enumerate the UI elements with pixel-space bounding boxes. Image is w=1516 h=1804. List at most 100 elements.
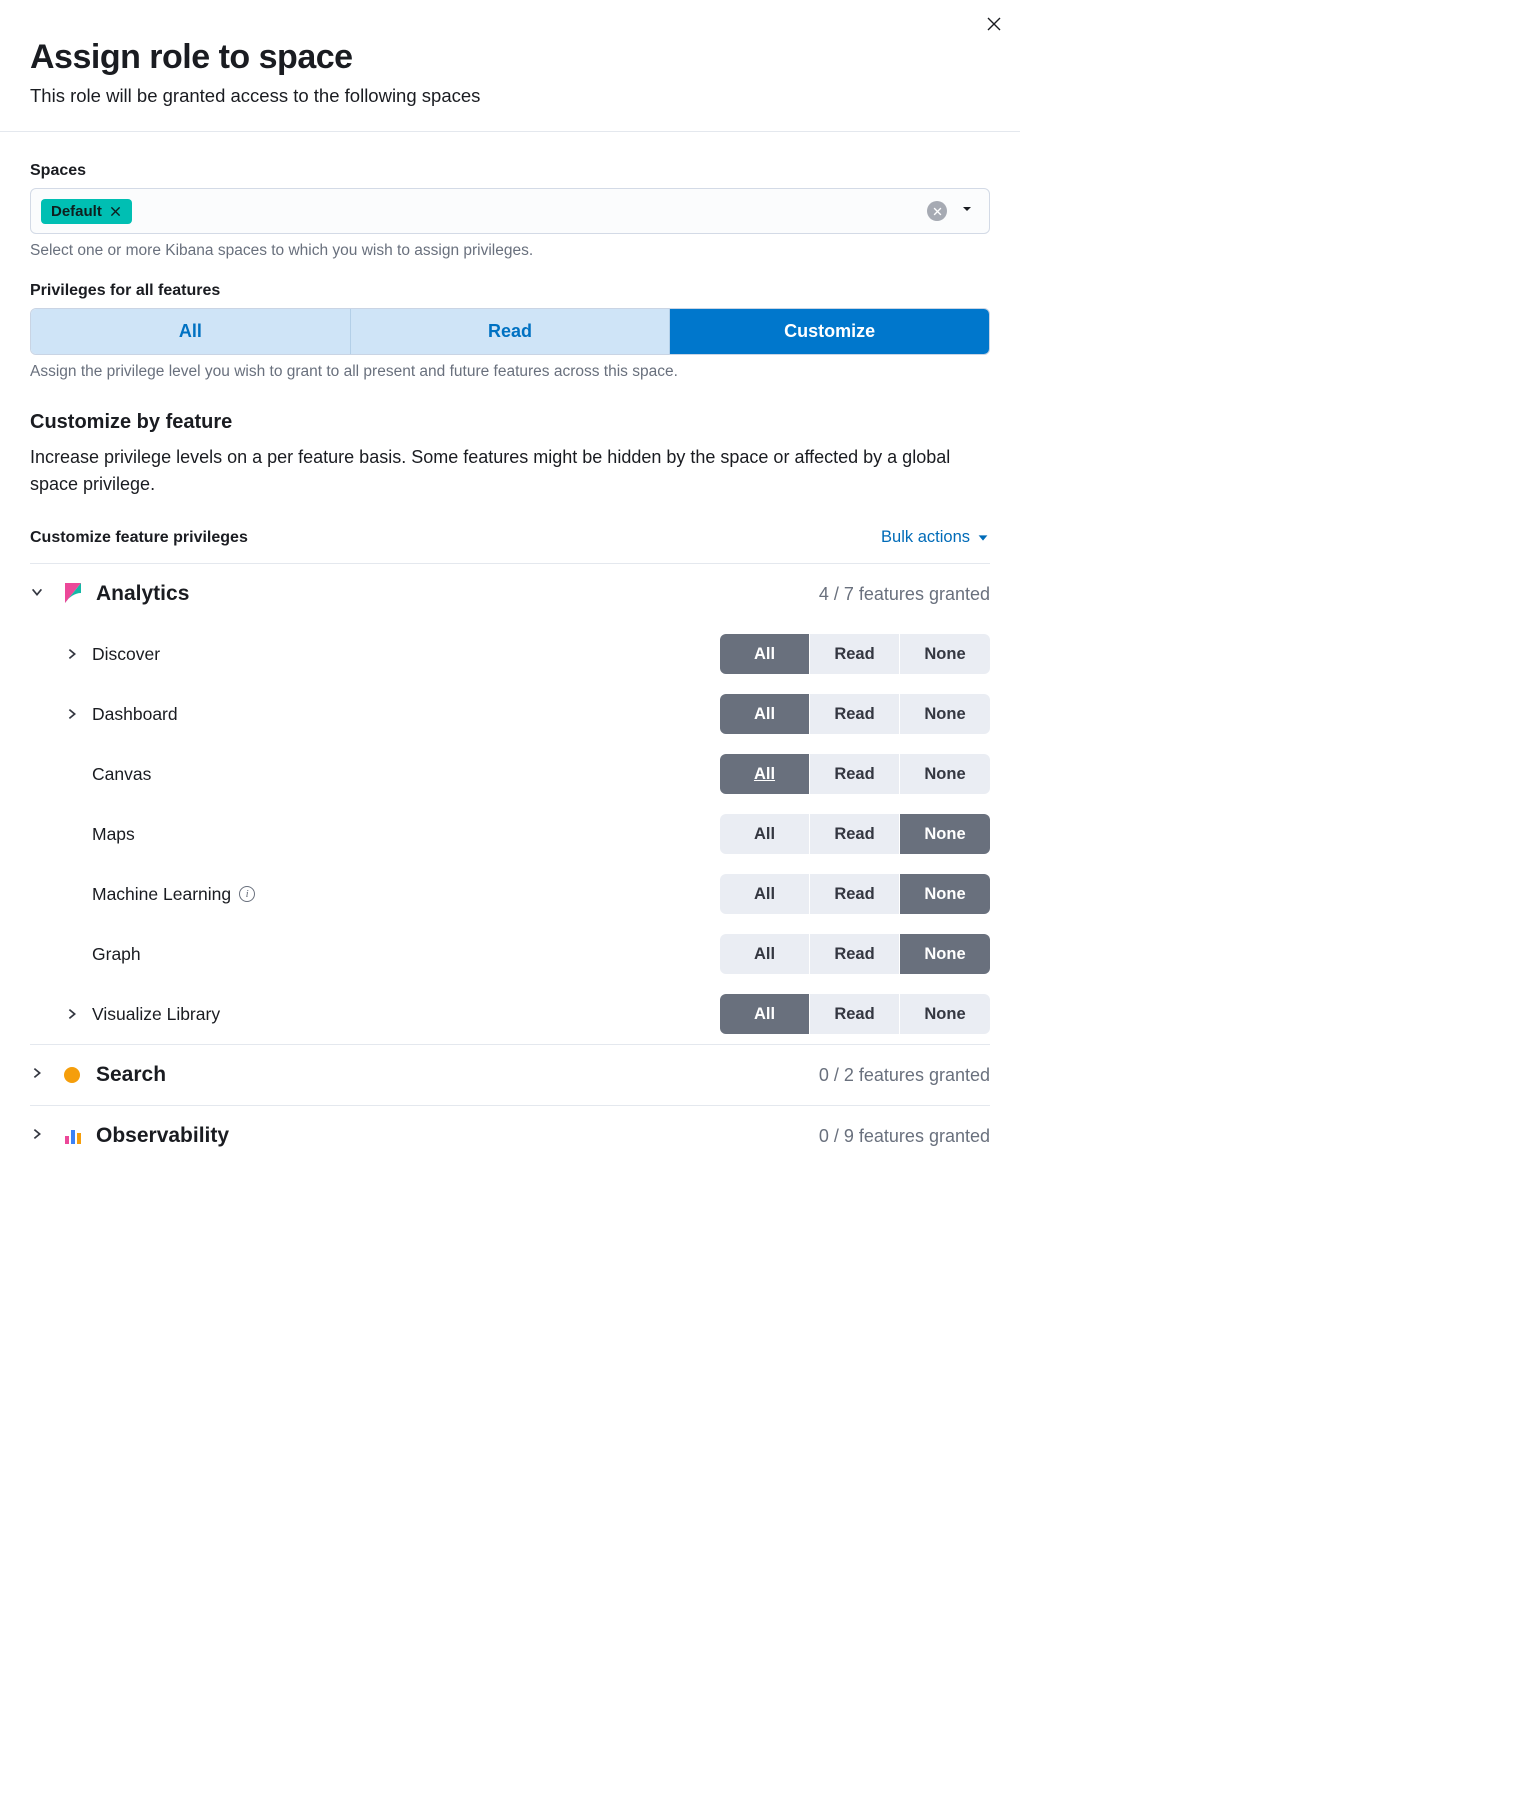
feature-priv-buttons: AllReadNone — [720, 814, 990, 854]
kibana-icon — [62, 583, 84, 605]
categories-list: Analytics 4 / 7 features granted Discover A… — [30, 563, 990, 1166]
feature-row: Canvas AllReadNone — [30, 744, 990, 804]
feature-row: Graph AllReadNone — [30, 924, 990, 984]
priv-none-button[interactable]: None — [900, 994, 990, 1034]
panel-title: Assign role to space — [30, 38, 990, 77]
category-toggle — [30, 1127, 50, 1146]
feature-name: Dashboard — [92, 704, 710, 725]
feature-row: Visualize Library AllReadNone — [30, 984, 990, 1044]
priv-read-button[interactable]: Read — [810, 814, 900, 854]
customize-heading: Customize by feature — [30, 411, 990, 434]
priv-none-button[interactable]: None — [900, 634, 990, 674]
feature-priv-buttons: AllReadNone — [720, 694, 990, 734]
info-icon[interactable]: i — [239, 886, 255, 902]
panel-header: Assign role to space This role will be g… — [0, 0, 1020, 132]
privileges-all-label: Privileges for all features — [30, 282, 990, 300]
feature-name: Graph — [92, 944, 710, 965]
spaces-label: Spaces — [30, 162, 990, 180]
search-icon — [62, 1064, 84, 1086]
feature-priv-buttons: AllReadNone — [720, 994, 990, 1034]
customize-description: Increase privilege levels on a per featu… — [30, 444, 990, 498]
priv-all-button[interactable]: All — [720, 754, 810, 794]
category-title: Analytics — [96, 582, 807, 606]
feature-row: Machine Learningi AllReadNone — [30, 864, 990, 924]
chevron-right-icon — [30, 1127, 44, 1141]
feature-name: Canvas — [92, 764, 710, 785]
priv-none-button[interactable]: None — [900, 934, 990, 974]
chevron-right-icon — [65, 707, 79, 721]
feature-priv-buttons: AllReadNone — [720, 634, 990, 674]
priv-all-button[interactable]: All — [720, 934, 810, 974]
priv-none-button[interactable]: None — [900, 754, 990, 794]
feature-priv-header: Customize feature privileges Bulk action… — [30, 528, 990, 547]
priv-read-button[interactable]: Read — [810, 994, 900, 1034]
feature-priv-buttons: AllReadNone — [720, 754, 990, 794]
privileges-all-help: Assign the privilege level you wish to g… — [30, 363, 990, 381]
category-title: Search — [96, 1063, 807, 1087]
feature-expand[interactable] — [62, 707, 82, 721]
feature-row: Maps AllReadNone — [30, 804, 990, 864]
chevron-down-icon — [976, 531, 990, 545]
feature-row: Dashboard AllReadNone — [30, 684, 990, 744]
clear-spaces-button[interactable] — [927, 201, 947, 221]
category-analytics: Analytics 4 / 7 features granted Discover A… — [30, 563, 990, 1044]
priv-all-button[interactable]: All — [720, 814, 810, 854]
category-status: 0 / 9 features granted — [819, 1126, 990, 1147]
bulk-actions-label: Bulk actions — [881, 528, 970, 547]
close-icon — [110, 206, 121, 217]
priv-none-button[interactable]: None — [900, 874, 990, 914]
remove-space-tag[interactable] — [108, 203, 124, 219]
close-button[interactable] — [980, 12, 1008, 40]
priv-all-button[interactable]: All — [720, 694, 810, 734]
panel-subtitle: This role will be granted access to the … — [30, 85, 990, 107]
close-icon — [986, 16, 1002, 32]
category-toggle — [30, 1066, 50, 1085]
chevron-right-icon — [30, 1066, 44, 1080]
category-header[interactable]: Analytics 4 / 7 features granted — [30, 564, 990, 624]
chevron-down-icon — [30, 585, 44, 599]
priv-all-button[interactable]: All — [720, 994, 810, 1034]
priv-all-button[interactable]: All — [720, 874, 810, 914]
priv-read-button[interactable]: Read — [810, 874, 900, 914]
feature-priv-buttons: AllReadNone — [720, 874, 990, 914]
feature-name: Maps — [92, 824, 710, 845]
chevron-right-icon — [65, 1007, 79, 1021]
priv-read-button[interactable]: Read — [810, 934, 900, 974]
priv-all-button[interactable]: All — [720, 634, 810, 674]
chevron-right-icon — [65, 647, 79, 661]
space-tag-default: Default — [41, 199, 132, 224]
priv-read-button[interactable]: Read — [810, 634, 900, 674]
feature-name: Visualize Library — [92, 1004, 710, 1025]
expand-spaces-dropdown[interactable] — [955, 197, 979, 226]
priv-none-button[interactable]: None — [900, 814, 990, 854]
feature-priv-buttons: AllReadNone — [720, 934, 990, 974]
privilege-option-customize[interactable]: Customize — [670, 309, 989, 354]
feature-priv-label: Customize feature privileges — [30, 529, 248, 547]
category-observability: Observability 0 / 9 features granted — [30, 1105, 990, 1166]
category-title: Observability — [96, 1124, 807, 1148]
priv-none-button[interactable]: None — [900, 694, 990, 734]
space-tag-label: Default — [51, 203, 102, 220]
priv-read-button[interactable]: Read — [810, 694, 900, 734]
bulk-actions-button[interactable]: Bulk actions — [881, 528, 990, 547]
category-status: 4 / 7 features granted — [819, 584, 990, 605]
privileges-all-group: All Read Customize — [30, 308, 990, 355]
observability-icon — [62, 1125, 84, 1147]
assign-role-panel: Assign role to space This role will be g… — [0, 0, 1020, 1166]
category-header[interactable]: Search 0 / 2 features granted — [30, 1045, 990, 1105]
feature-expand[interactable] — [62, 647, 82, 661]
feature-name: Machine Learningi — [92, 884, 710, 905]
feature-expand[interactable] — [62, 1007, 82, 1021]
priv-read-button[interactable]: Read — [810, 754, 900, 794]
category-toggle — [30, 585, 50, 604]
privilege-option-read[interactable]: Read — [351, 309, 671, 354]
category-header[interactable]: Observability 0 / 9 features granted — [30, 1106, 990, 1166]
close-icon — [933, 207, 942, 216]
feature-row: Discover AllReadNone — [30, 624, 990, 684]
spaces-combobox[interactable]: Default — [30, 188, 990, 234]
privilege-option-all[interactable]: All — [31, 309, 351, 354]
category-status: 0 / 2 features granted — [819, 1065, 990, 1086]
spaces-help-text: Select one or more Kibana spaces to whic… — [30, 242, 990, 260]
feature-name: Discover — [92, 644, 710, 665]
chevron-down-icon — [959, 201, 975, 217]
